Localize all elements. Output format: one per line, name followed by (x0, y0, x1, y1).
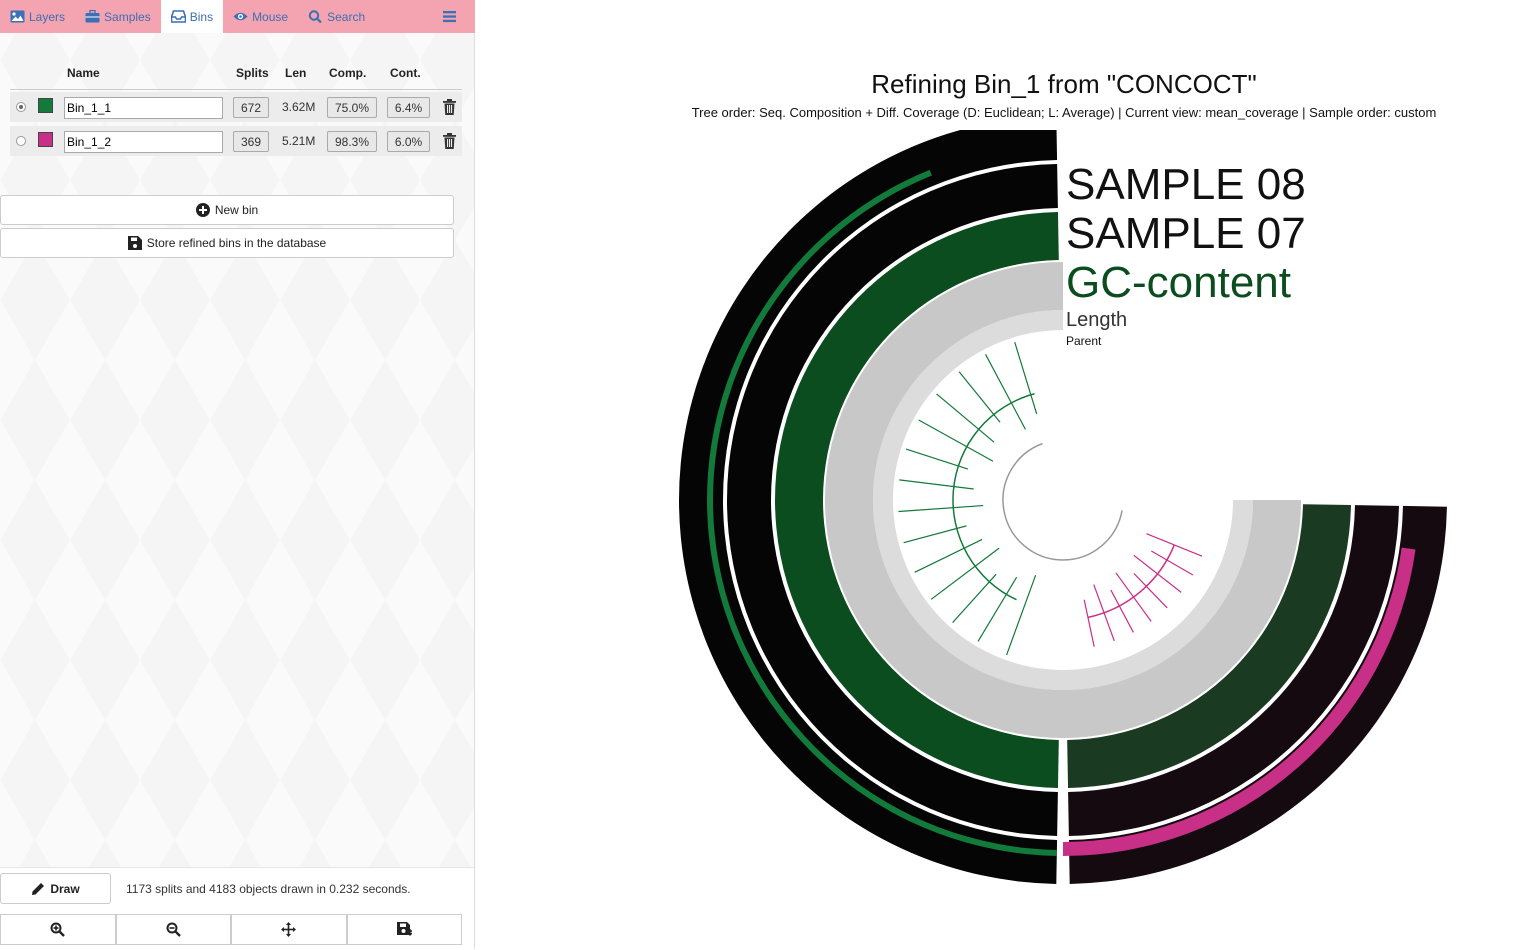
new-bin-label: New bin (214, 203, 259, 217)
bin-select-radio[interactable] (16, 102, 26, 112)
bin-splits-value[interactable]: 369 (233, 131, 269, 152)
header-cont: Cont. (390, 66, 421, 80)
tab-layers-label: Layers (29, 9, 66, 24)
tab-layers[interactable]: Layers (0, 0, 75, 33)
tree-branch-bin2 (1083, 599, 1095, 647)
new-bin-button[interactable]: New bin (0, 195, 454, 225)
figure-title: Refining Bin_1 from "CONCOCT" (871, 69, 1257, 99)
center-button[interactable] (231, 914, 347, 945)
layer-label-parent: Parent (1066, 334, 1102, 348)
store-bins-button[interactable]: Store refined bins in the database (0, 228, 454, 258)
bin-completion-value[interactable]: 98.3% (327, 131, 377, 152)
tab-samples[interactable]: Samples (75, 0, 161, 33)
bin-row[interactable]: 369 5.21M 98.3% 6.0% (10, 126, 462, 156)
bin-name-input[interactable] (64, 97, 223, 119)
tree-branch-bin1 (899, 479, 974, 490)
draw-status-text: 1173 splits and 4183 objects drawn in 0.… (126, 882, 411, 896)
bin-contamination-value[interactable]: 6.0% (387, 131, 430, 152)
draw-button[interactable]: Draw (0, 873, 111, 904)
tab-search-label: Search (327, 9, 366, 24)
store-bins-label: Store refined bins in the database (146, 236, 327, 250)
trash-icon[interactable] (443, 133, 456, 149)
tree-branch-bin2 (1087, 544, 1175, 619)
hamburger-menu-button[interactable] (424, 0, 475, 33)
search-icon (308, 10, 322, 23)
bin-name-input[interactable] (64, 131, 223, 153)
plus-circle-icon (195, 203, 210, 217)
tab-search[interactable]: Search (298, 0, 375, 33)
eye-icon (233, 12, 248, 21)
parent-ring (873, 310, 1253, 690)
layer-label-length: Length (1066, 309, 1128, 331)
tab-bins-label: Bins (189, 9, 214, 24)
layer-label-sample-08: SAMPLE 08 (1066, 160, 1306, 209)
bin-length-value: 3.62M (282, 100, 316, 114)
bin-color-swatch[interactable] (38, 132, 53, 147)
inbox-icon (170, 10, 186, 23)
bin-row[interactable]: 672 3.62M 75.0% 6.4% (10, 92, 462, 122)
tree-branch-bin1 (1014, 342, 1038, 415)
zoom-tool-row (0, 914, 462, 945)
save-icon (396, 922, 412, 936)
zoom-in-icon (50, 922, 66, 937)
circular-phylogram[interactable] (475, 130, 1537, 890)
bottom-toolbar: Draw 1173 splits and 4183 objects drawn … (0, 867, 474, 950)
tab-samples-label: Samples (104, 9, 151, 24)
tree-branch-bin1 (985, 354, 1026, 430)
header-len: Len (285, 66, 307, 80)
zoom-out-icon (166, 922, 181, 937)
header-splits: Splits (236, 66, 269, 80)
figure-subtitle: Tree order: Seq. Composition + Diff. Cov… (691, 105, 1437, 120)
tree-branch-bin1 (977, 576, 1018, 642)
tree-branch-bin2 (1151, 550, 1194, 576)
trash-icon[interactable] (443, 99, 456, 115)
sidebar-panel: Layers Samples Bins Mouse Search Name Sp… (0, 0, 475, 950)
center-icon (281, 922, 297, 937)
tab-bar: Layers Samples Bins Mouse Search (0, 0, 475, 33)
tree-root-branch (1002, 442, 1123, 561)
zoom-in-button[interactable] (0, 914, 116, 945)
layer-label-sample-07: SAMPLE 07 (1066, 209, 1306, 258)
bin-color-swatch[interactable] (38, 98, 53, 113)
tree-branch-bin1 (898, 504, 984, 513)
draw-label: Draw (50, 881, 80, 896)
layer-label-gc-content: GC-content (1066, 258, 1291, 307)
bin-select-radio[interactable] (16, 136, 26, 146)
tab-mouse[interactable]: Mouse (223, 0, 298, 33)
image-icon (10, 10, 25, 23)
tree-branch-bin1 (930, 547, 1000, 600)
bin-completion-value[interactable]: 75.0% (327, 97, 377, 118)
tree-branch-bin1 (914, 538, 983, 573)
zoom-out-button[interactable] (115, 914, 231, 945)
tree-branch-bin2 (1110, 589, 1134, 633)
header-comp: Comp. (329, 66, 367, 80)
bin-splits-value[interactable]: 672 (233, 97, 269, 118)
tab-bins[interactable]: Bins (160, 0, 224, 33)
header-name: Name (67, 66, 100, 80)
length-ring (825, 262, 1301, 738)
pencil-icon (32, 882, 45, 895)
tab-mouse-label: Mouse (252, 9, 289, 24)
header-divider (10, 89, 462, 90)
tree-branch-bin2 (1133, 572, 1168, 609)
bin-length-value: 5.21M (282, 134, 316, 148)
save-icon (127, 236, 142, 250)
bin-contamination-value[interactable]: 6.4% (387, 97, 430, 118)
save-image-button[interactable] (346, 914, 462, 945)
briefcase-icon (85, 10, 100, 23)
hamburger-menu-icon (443, 11, 456, 23)
